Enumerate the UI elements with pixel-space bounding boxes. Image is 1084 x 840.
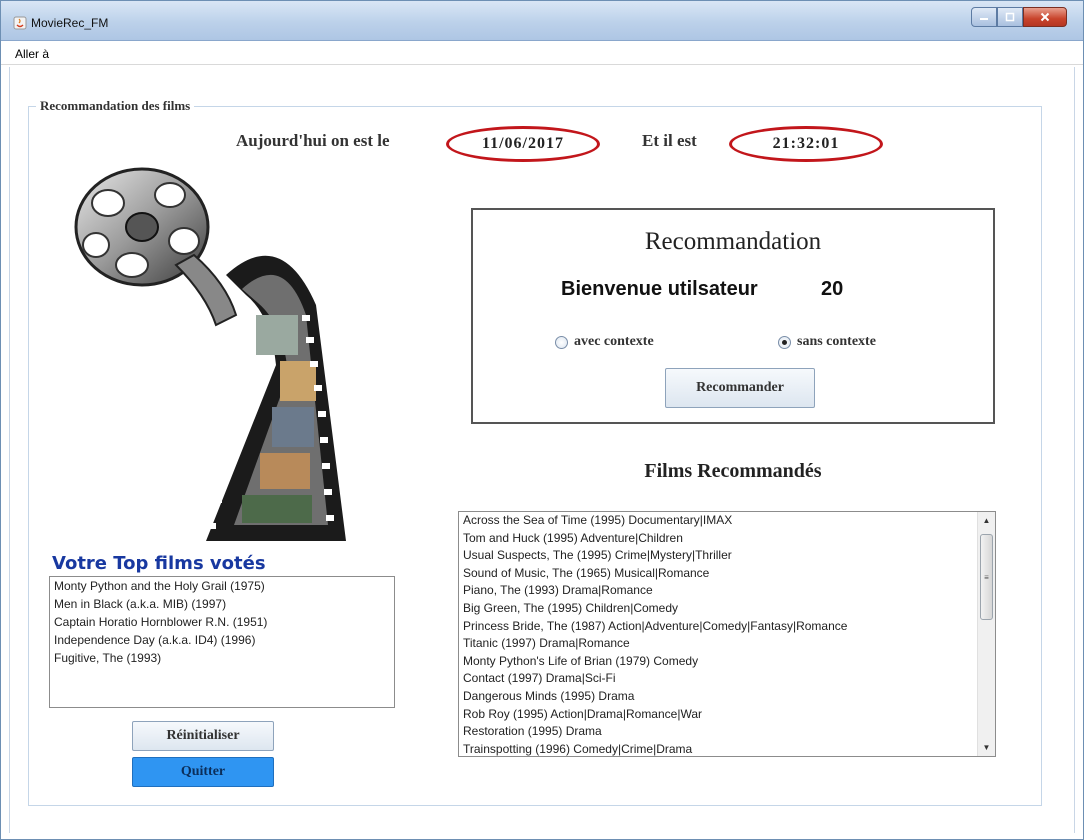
top-films-items: Monty Python and the Holy Grail (1975) Me… [50, 577, 394, 667]
list-item[interactable]: Titanic (1997) Drama|Romance [459, 635, 995, 653]
maximize-button[interactable] [997, 7, 1023, 27]
recommended-films-items: Across the Sea of Time (1995) Documentar… [459, 512, 995, 756]
list-item[interactable]: Fugitive, The (1993) [50, 649, 394, 667]
quit-button[interactable]: Quitter [132, 757, 274, 787]
panel-legend: Recommandation des films [36, 98, 195, 114]
list-item[interactable]: Monty Python and the Holy Grail (1975) [50, 577, 394, 595]
list-item[interactable]: Big Green, The (1995) Children|Comedy [459, 600, 995, 618]
java-app-icon [13, 16, 27, 30]
minimize-icon [980, 18, 988, 20]
films-scrollbar[interactable]: ▲ ≡ ▼ [977, 512, 995, 756]
list-item[interactable]: Men in Black (a.k.a. MIB) (1997) [50, 595, 394, 613]
window-title: MovieRec_FM [31, 16, 109, 30]
close-button[interactable] [1023, 7, 1067, 27]
date-label: Aujourd'hui on est le [236, 131, 390, 150]
content-area: Recommandation des films Aujourd'hui on … [9, 67, 1075, 833]
top-films-list[interactable]: Monty Python and the Holy Grail (1975) Me… [49, 576, 395, 708]
recommendation-title: Recommandation [644, 228, 822, 255]
maximize-icon [1005, 12, 1015, 22]
radio-sans-contexte[interactable]: sans contexte [778, 334, 876, 350]
list-item[interactable]: Princess Bride, The (1987) Action|Advent… [459, 618, 995, 636]
list-item[interactable]: Piano, The (1993) Drama|Romance [459, 582, 995, 600]
list-item[interactable]: Dangerous Minds (1995) Drama [459, 688, 995, 706]
user-id: 20 [821, 278, 844, 300]
radio-button-selected[interactable] [778, 335, 791, 349]
list-item[interactable]: Captain Horatio Hornblower R.N. (1951) [50, 613, 394, 631]
scroll-down-icon[interactable]: ▼ [978, 739, 995, 756]
scroll-up-icon[interactable]: ▲ [978, 512, 995, 529]
recommend-button[interactable]: Recommander [665, 368, 815, 408]
app-window: MovieRec_FM Aller à Recommandation des f… [0, 0, 1084, 840]
list-item[interactable]: Usual Suspects, The (1995) Crime|Mystery… [459, 547, 995, 565]
list-item[interactable]: Monty Python's Life of Brian (1979) Come… [459, 653, 995, 671]
list-item[interactable]: Independence Day (a.k.a. ID4) (1996) [50, 631, 394, 649]
close-icon [1040, 12, 1050, 22]
welcome-label: Bienvenue utilsateur [561, 278, 758, 300]
list-item[interactable]: Rob Roy (1995) Action|Drama|Romance|War [459, 706, 995, 724]
scroll-thumb[interactable]: ≡ [980, 534, 993, 620]
time-label: Et il est [642, 131, 697, 150]
radio-avec-contexte[interactable]: avec contexte [555, 334, 654, 350]
date-value: 11/06/2017 [446, 126, 600, 162]
window-controls [971, 7, 1067, 27]
recommended-films-list[interactable]: Across the Sea of Time (1995) Documentar… [458, 511, 996, 757]
list-item[interactable]: Across the Sea of Time (1995) Documentar… [459, 512, 995, 530]
film-reel-image [74, 167, 346, 541]
title-bar[interactable]: MovieRec_FM [1, 1, 1083, 41]
radio-label: avec contexte [574, 334, 654, 349]
list-item[interactable]: Contact (1997) Drama|Sci-Fi [459, 670, 995, 688]
menu-aller-a[interactable]: Aller à [15, 47, 49, 61]
recommendation-box: Recommandation Bienvenue utilsateur 20 a… [471, 208, 995, 424]
reset-button[interactable]: Réinitialiser [132, 721, 274, 751]
recommended-films-title: Films Recommandés [644, 460, 822, 482]
list-item[interactable]: Tom and Huck (1995) Adventure|Children [459, 530, 995, 548]
menu-bar: Aller à [1, 41, 1083, 65]
minimize-button[interactable] [971, 7, 997, 27]
list-item[interactable]: Sound of Music, The (1965) Musical|Roman… [459, 565, 995, 583]
radio-label: sans contexte [797, 334, 876, 349]
list-item[interactable]: Restoration (1995) Drama [459, 723, 995, 741]
radio-button[interactable] [555, 335, 568, 349]
time-value: 21:32:01 [729, 126, 883, 162]
top-films-title: Votre Top films votés [52, 553, 266, 574]
list-item[interactable]: Trainspotting (1996) Comedy|Crime|Drama [459, 741, 995, 756]
